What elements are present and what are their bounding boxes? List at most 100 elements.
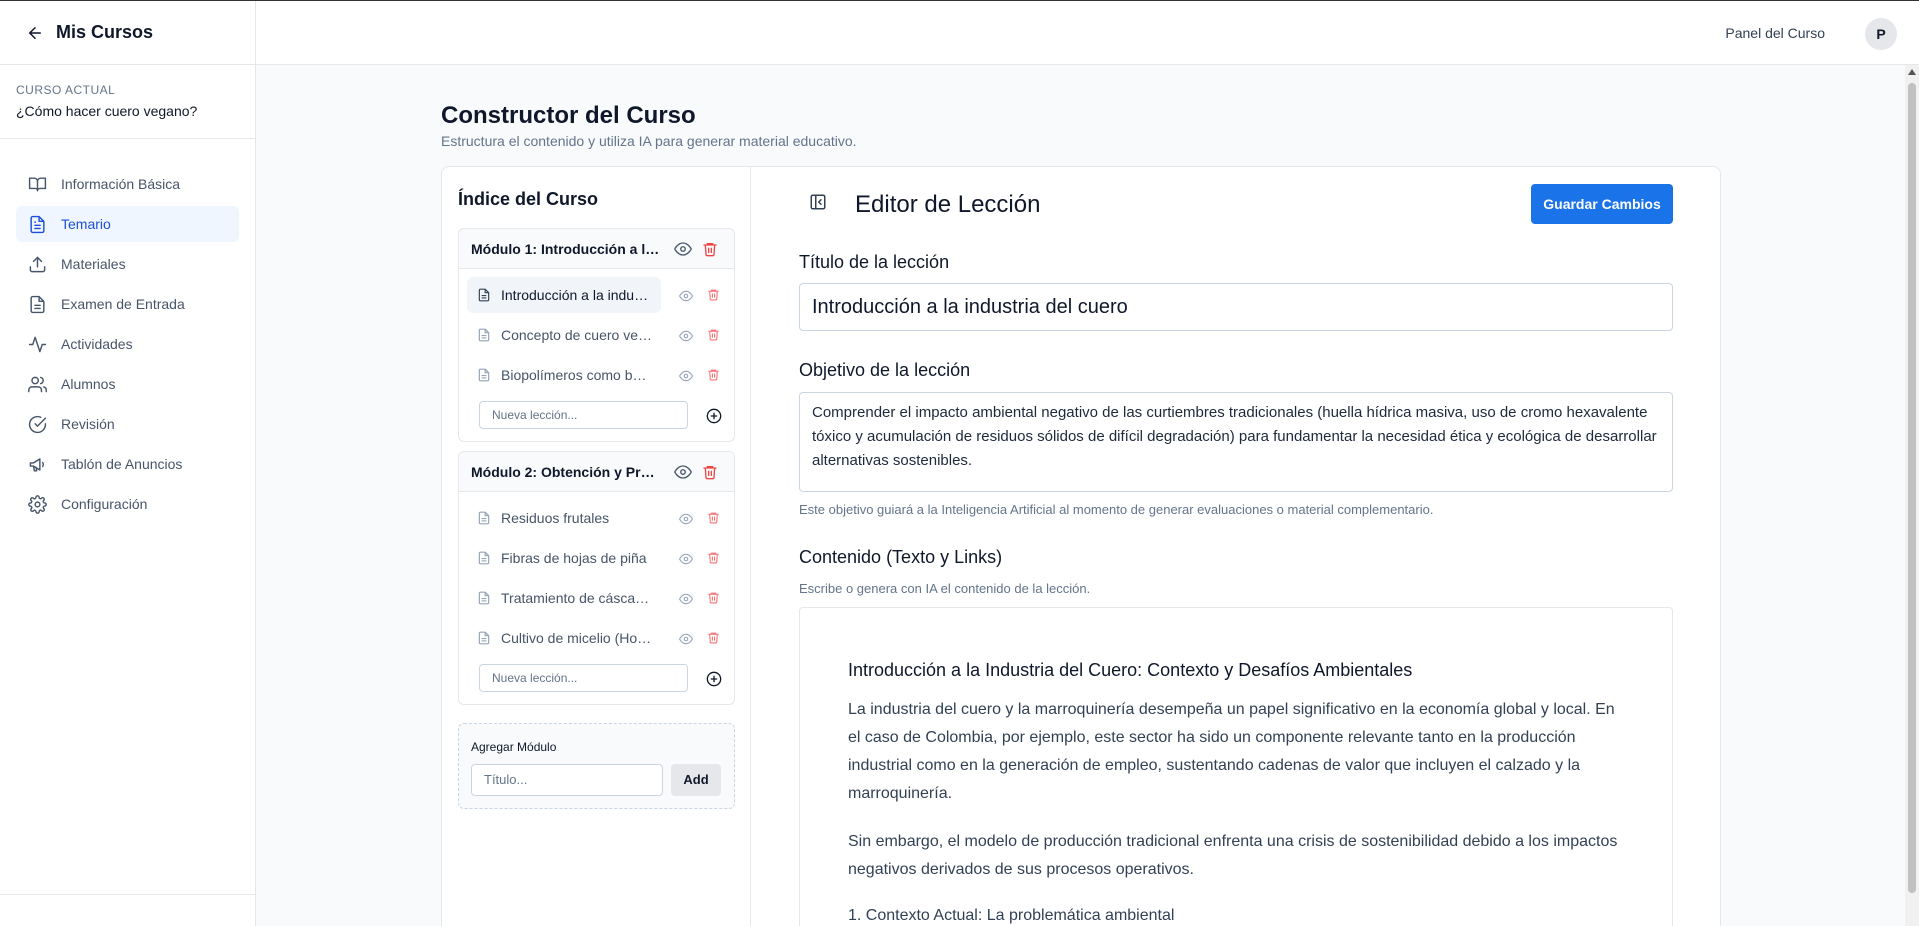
document-icon <box>477 631 491 645</box>
lesson-item[interactable]: Concepto de cuero vegano <box>467 317 726 353</box>
lesson-item[interactable]: Fibras de hojas de piña <box>467 540 726 576</box>
plus-circle-icon[interactable] <box>706 671 722 687</box>
panel-collapse-icon[interactable] <box>809 193 827 211</box>
add-module-label: Agregar Módulo <box>471 740 557 754</box>
lesson-item[interactable]: Biopolímeros como base <box>467 357 726 393</box>
eye-icon[interactable] <box>679 369 693 383</box>
trash-icon[interactable] <box>707 591 720 604</box>
sidebar-item-revision[interactable]: Revisión <box>16 406 239 442</box>
content-paragraph: 1. Contexto Actual: La problemática ambi… <box>848 907 1175 924</box>
sidebar-item-label: Información Básica <box>61 176 181 192</box>
lesson-item[interactable]: Residuos frutales <box>467 500 726 536</box>
objective-textarea[interactable]: Comprender el impacto ambiental negativo… <box>799 392 1673 492</box>
document-icon <box>477 551 491 565</box>
content-label: Contenido (Texto y Links) <box>799 547 1003 567</box>
sidebar-item-label: Revisión <box>61 416 115 432</box>
sidebar-item-actividades[interactable]: Actividades <box>16 326 239 362</box>
page-scrollbar[interactable] <box>1905 65 1919 926</box>
eye-icon[interactable] <box>679 512 693 526</box>
document-icon <box>28 215 47 234</box>
document-icon <box>477 368 491 382</box>
eye-icon[interactable] <box>679 592 693 606</box>
book-icon <box>28 175 47 194</box>
sidebar-item-label: Materiales <box>61 256 126 272</box>
lesson-title: Tratamiento de cáscaras <box>501 590 653 606</box>
lesson-list: Introducción a la industria del cuero Co… <box>459 269 734 441</box>
topbar: Panel del Curso P <box>256 1 1919 65</box>
module-title-input[interactable]: Título... <box>471 764 663 796</box>
content-editor[interactable]: Introducción a la Industria del Cuero: C… <box>799 607 1673 926</box>
eye-icon[interactable] <box>679 632 693 646</box>
sidebar-item-informacion-basica[interactable]: Información Básica <box>16 166 239 202</box>
lesson-item[interactable]: Tratamiento de cáscaras <box>467 580 726 616</box>
trash-icon[interactable] <box>707 631 720 644</box>
module-card: Módulo 2: Obtención y Preparación Residu… <box>458 451 735 705</box>
lesson-list: Residuos frutales Fibras de hojas de piñ… <box>459 492 734 704</box>
sidebar-item-label: Tablón de Anuncios <box>61 456 183 472</box>
back-to-courses[interactable]: Mis Cursos <box>0 1 255 65</box>
sidebar-footer-divider <box>0 894 255 895</box>
trash-icon[interactable] <box>707 328 720 341</box>
module-title: Módulo 2: Obtención y Preparación <box>471 463 661 480</box>
lesson-editor-panel: Editor de Lección Guardar Cambios Título… <box>751 167 1720 926</box>
back-title: Mis Cursos <box>56 22 154 42</box>
scrollbar-thumb[interactable] <box>1908 83 1916 893</box>
add-module-button[interactable]: Add <box>671 764 721 796</box>
new-lesson-input[interactable]: Nueva lección... <box>479 664 688 692</box>
eye-icon[interactable] <box>674 240 692 258</box>
sidebar-item-temario[interactable]: Temario <box>16 206 239 242</box>
sidebar-item-materiales[interactable]: Materiales <box>16 246 239 282</box>
sidebar-item-alumnos[interactable]: Alumnos <box>16 366 239 402</box>
sidebar-item-label: Actividades <box>61 336 133 352</box>
sidebar-nav: Información Básica Temario Materiales Ex… <box>0 139 255 522</box>
sidebar-item-examen-de-entrada[interactable]: Examen de Entrada <box>16 286 239 322</box>
new-lesson-input[interactable]: Nueva lección... <box>479 401 688 429</box>
lesson-title: Concepto de cuero vegano <box>501 327 653 343</box>
trash-icon[interactable] <box>707 551 720 564</box>
document-icon <box>477 288 491 302</box>
lesson-item[interactable]: Introducción a la industria del cuero <box>467 277 719 313</box>
check-circle-icon <box>28 415 47 434</box>
upload-icon <box>28 255 47 274</box>
save-button[interactable]: Guardar Cambios <box>1531 184 1673 224</box>
eye-icon[interactable] <box>674 463 692 481</box>
trash-icon[interactable] <box>707 511 720 524</box>
scroll-up-arrow[interactable] <box>1908 69 1916 75</box>
module-header[interactable]: Módulo 2: Obtención y Preparación <box>459 452 734 492</box>
lesson-title: Fibras de hojas de piña <box>501 550 647 566</box>
sidebar-item-label: Temario <box>61 216 111 232</box>
sidebar-item-label: Configuración <box>61 496 148 512</box>
sidebar-item-tablon-de-anuncios[interactable]: Tablón de Anuncios <box>16 446 239 482</box>
content-paragraph: La industria del cuero y la marroquinerí… <box>848 701 1615 802</box>
new-lesson-row: Nueva lección... <box>467 397 726 441</box>
course-index-title: Índice del Curso <box>458 189 599 209</box>
lesson-title: Residuos frutales <box>501 510 610 526</box>
trash-icon[interactable] <box>707 288 720 301</box>
lesson-title-label: Título de la lección <box>799 252 950 272</box>
new-lesson-row: Nueva lección... <box>467 660 726 704</box>
module-title: Módulo 1: Introducción a la industria de… <box>471 240 661 257</box>
page-subtitle: Estructura el contenido y utiliza IA par… <box>441 133 857 149</box>
lesson-title: Introducción a la industria del cuero <box>501 287 653 303</box>
eye-icon[interactable] <box>679 552 693 566</box>
trash-icon[interactable] <box>707 368 720 381</box>
objective-hint: Este objetivo guiará a la Inteligencia A… <box>799 502 1434 517</box>
content-hint: Escribe o genera con IA el contenido de … <box>799 581 1091 596</box>
trash-icon[interactable] <box>702 464 718 480</box>
eye-icon[interactable] <box>679 329 693 343</box>
eye-icon[interactable] <box>679 289 693 303</box>
arrow-left-icon <box>26 24 44 42</box>
content-heading: Introducción a la Industria del Cuero: C… <box>848 660 1413 680</box>
sidebar-item-configuracion[interactable]: Configuración <box>16 486 239 522</box>
trash-icon[interactable] <box>702 241 718 257</box>
avatar[interactable]: P <box>1865 18 1897 50</box>
megaphone-icon <box>28 455 47 474</box>
module-header[interactable]: Módulo 1: Introducción a la industria de… <box>459 229 734 269</box>
document-icon <box>477 511 491 525</box>
plus-circle-icon[interactable] <box>706 408 722 424</box>
lesson-title-input[interactable]: Introducción a la industria del cuero <box>799 283 1673 331</box>
lesson-title: Cultivo de micelio (Hongos) <box>501 630 653 646</box>
current-course: CURSO ACTUAL ¿Cómo hacer cuero vegano? <box>0 65 255 139</box>
lesson-item[interactable]: Cultivo de micelio (Hongos) <box>467 620 726 656</box>
current-course-label: CURSO ACTUAL <box>16 83 116 97</box>
